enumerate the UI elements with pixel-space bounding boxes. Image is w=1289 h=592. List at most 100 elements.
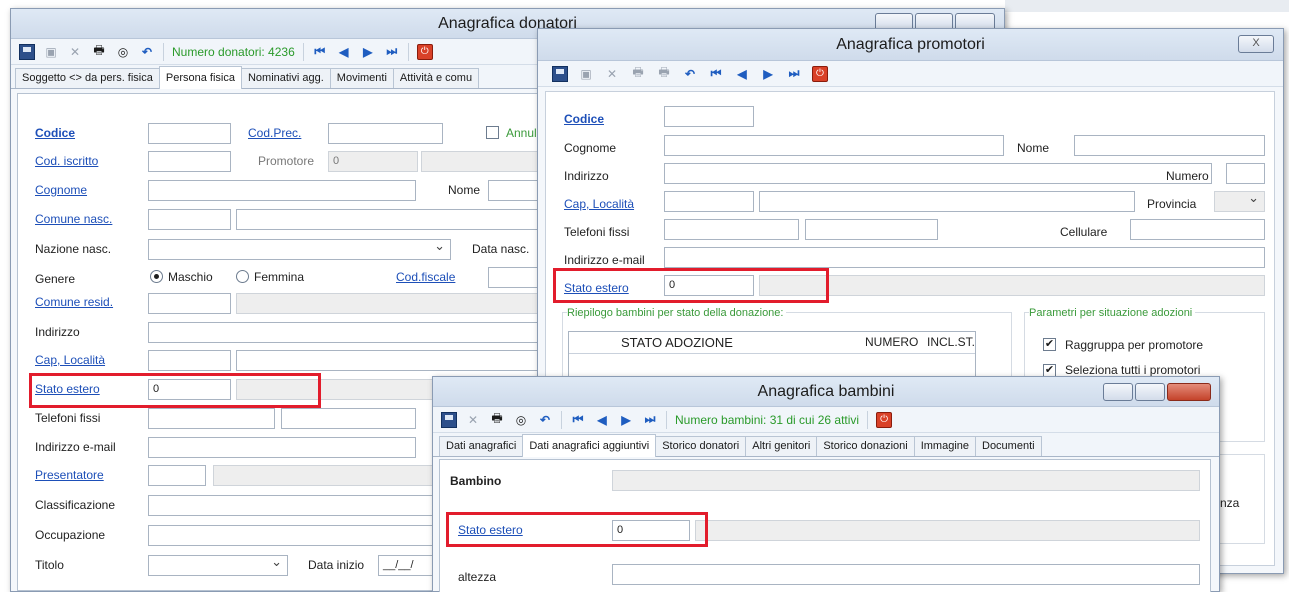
data-inizio-field[interactable]: __/__/ [378,555,438,576]
altezza-field[interactable] [612,564,1200,585]
delete-icon[interactable]: ▣ [43,44,59,60]
col-numero: NUMERO [865,335,919,349]
localita-field[interactable] [759,191,1135,212]
exit-icon[interactable]: ⏻ [416,43,433,60]
provincia-select[interactable] [1214,191,1265,212]
web-icon[interactable]: ◎ [513,412,529,428]
cod-fiscale-field[interactable] [488,267,543,288]
previous-record-icon[interactable]: ◀ [336,44,352,60]
cod-prec-label[interactable]: Cod.Prec. [248,126,301,140]
cancel-icon[interactable]: ✕ [67,44,83,60]
codice-label[interactable]: Codice [564,112,604,126]
print-preview-icon[interactable]: 🖶 [656,65,672,82]
exit-icon[interactable]: ⏻ [812,65,828,82]
undo-icon[interactable]: ↶ [682,66,698,82]
next-record-icon[interactable]: ▶ [760,66,776,82]
last-record-icon[interactable]: ⏭ [642,412,658,428]
minimize-button[interactable] [1103,383,1133,401]
tab-nominativi[interactable]: Nominativi agg. [240,68,331,88]
cognome-label[interactable]: Cognome [35,183,87,197]
delete-icon[interactable]: ▣ [578,66,594,82]
cod-prec-field[interactable] [328,123,443,144]
email-field[interactable] [148,437,416,458]
cancel-icon[interactable]: ✕ [465,412,481,428]
data-inizio-label: Data inizio [308,558,365,572]
print-icon[interactable]: 🖶 [630,65,646,82]
raggruppa-checkbox[interactable]: ✔ [1043,338,1056,351]
cap-field[interactable] [664,191,754,212]
maschio-radio[interactable] [150,270,163,283]
last-record-icon[interactable]: ⏭ [384,44,400,60]
femmina-radio[interactable] [236,270,249,283]
tab-attivita[interactable]: Attività e comu [392,68,480,88]
close-button[interactable] [1167,383,1211,401]
first-record-icon[interactable]: ⏮ [312,44,328,60]
comune-nasc-name-field[interactable] [236,209,546,230]
titolo-select[interactable] [148,555,288,576]
undo-icon[interactable]: ↶ [537,412,553,428]
indirizzo-field[interactable] [664,163,1212,184]
first-record-icon[interactable]: ⏮ [570,412,586,428]
web-icon[interactable]: ◎ [115,44,131,60]
undo-icon[interactable]: ↶ [139,44,155,60]
telefono1-field[interactable] [148,408,275,429]
save-icon[interactable] [552,65,568,82]
comune-resid-label[interactable]: Comune resid. [35,295,113,309]
raggruppa-label: Raggruppa per promotore [1065,338,1204,352]
nome-field[interactable] [1074,135,1265,156]
tab-storico-donatori[interactable]: Storico donatori [655,436,747,456]
nazione-nasc-select[interactable] [148,239,451,260]
telefono2-field[interactable] [805,219,938,240]
codice-field[interactable] [148,123,231,144]
comune-nasc-code-field[interactable] [148,209,231,230]
exit-icon[interactable]: ⏻ [876,411,893,428]
annull-checkbox[interactable] [486,126,499,139]
tab-storico-donazioni[interactable]: Storico donazioni [816,436,915,456]
save-icon[interactable] [19,43,35,60]
tab-persona-fisica[interactable]: Persona fisica [158,66,242,89]
cap-field[interactable] [148,350,231,371]
email-field[interactable] [664,247,1265,268]
next-record-icon[interactable]: ▶ [360,44,376,60]
last-record-icon[interactable]: ⏭ [786,66,802,82]
close-button[interactable]: X [1238,35,1274,53]
previous-record-icon[interactable]: ◀ [734,66,750,82]
cap-localita-label[interactable]: Cap, Località [35,353,105,367]
telefono2-field[interactable] [281,408,416,429]
nome-field[interactable] [488,180,543,201]
telefono1-field[interactable] [664,219,799,240]
cellulare-field[interactable] [1130,219,1265,240]
localita-field[interactable] [236,350,546,371]
indirizzo-field[interactable] [148,322,546,343]
tab-dati-aggiuntivi[interactable]: Dati anagrafici aggiuntivi [522,434,657,457]
cognome-field[interactable] [664,135,1004,156]
cod-iscritto-label[interactable]: Cod. iscritto [35,154,98,168]
save-icon[interactable] [441,411,457,428]
tab-altri-genitori[interactable]: Altri genitori [745,436,818,456]
tab-documenti[interactable]: Documenti [975,436,1042,456]
codice-label[interactable]: Codice [35,126,75,140]
cod-iscritto-field[interactable] [148,151,231,172]
cap-localita-label[interactable]: Cap, Località [564,197,634,211]
numero-field[interactable] [1226,163,1265,184]
maximize-button[interactable] [1135,383,1165,401]
tab-movimenti[interactable]: Movimenti [329,68,394,88]
cod-fiscale-label[interactable]: Cod.fiscale [396,270,455,284]
tab-dati-anagrafici[interactable]: Dati anagrafici [439,436,524,456]
first-record-icon[interactable]: ⏮ [708,66,724,82]
cognome-field[interactable] [148,180,416,201]
classificazione-label: Classificazione [35,498,116,512]
bambini-form: Bambino Stato estero 0 altezza [439,459,1211,592]
codice-field[interactable] [664,106,754,127]
print-icon[interactable]: 🖶 [489,411,505,428]
previous-record-icon[interactable]: ◀ [594,412,610,428]
next-record-icon[interactable]: ▶ [618,412,634,428]
comune-nasc-label[interactable]: Comune nasc. [35,212,112,226]
tab-soggetto[interactable]: Soggetto <> da pers. fisica [15,68,160,88]
presentatore-label[interactable]: Presentatore [35,468,104,482]
print-icon[interactable]: 🖶 [91,43,107,60]
cancel-icon[interactable]: ✕ [604,66,620,82]
tab-immagine[interactable]: Immagine [913,436,976,456]
presentatore-code-field[interactable] [148,465,206,486]
comune-resid-code-field[interactable] [148,293,231,314]
